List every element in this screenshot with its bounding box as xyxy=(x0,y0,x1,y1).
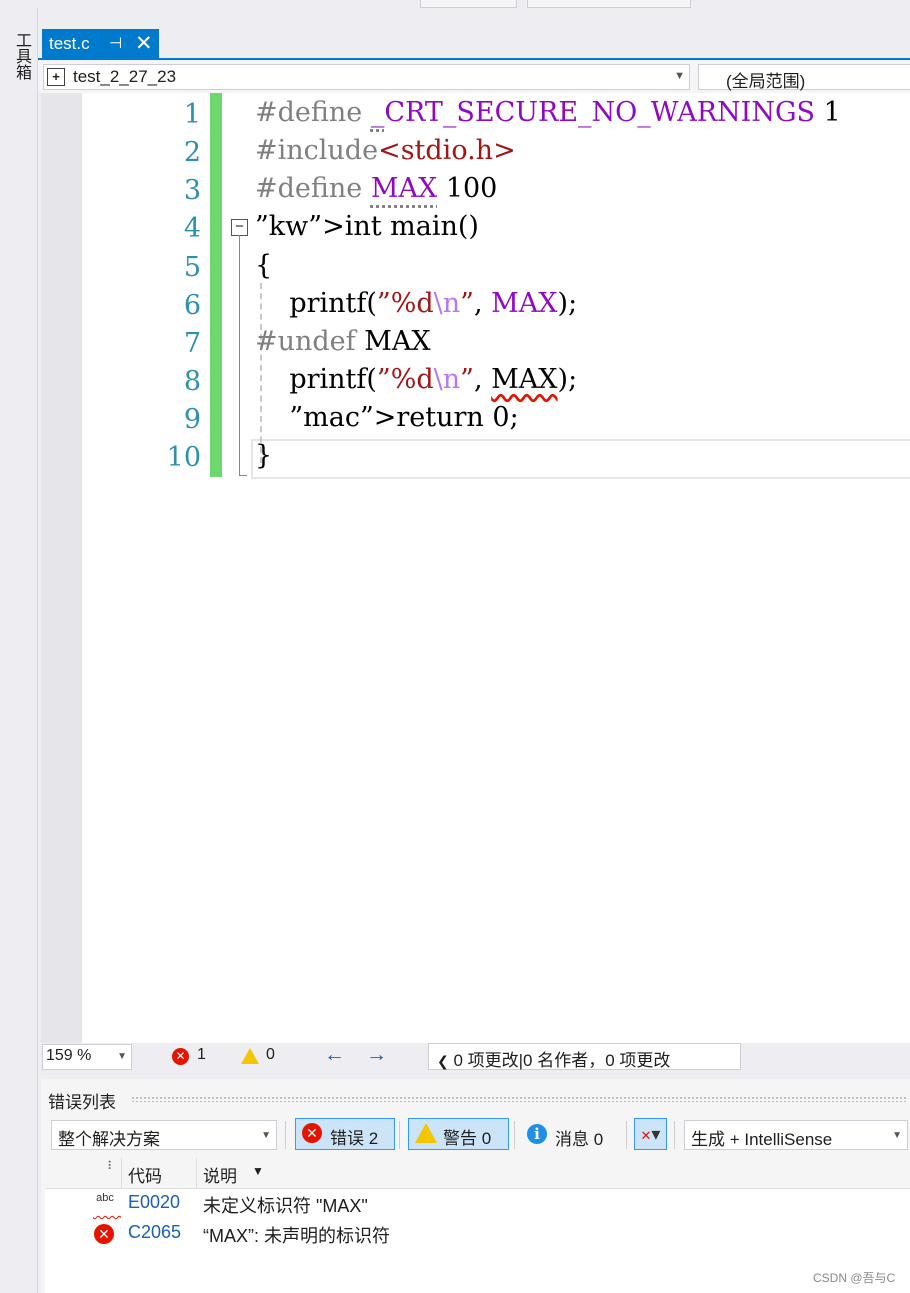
line-number: 7 xyxy=(183,328,201,359)
toolbar-dropdown-partial[interactable] xyxy=(527,0,691,8)
collapse-icon[interactable]: − xyxy=(231,219,248,236)
watermark: CSDN @吾与C xyxy=(813,1271,896,1285)
toolbar-separator xyxy=(399,1121,400,1149)
line-number: 5 xyxy=(183,252,201,283)
close-icon[interactable]: ✕ xyxy=(135,31,153,56)
errors-filter-button[interactable]: ✕ 错误 2 xyxy=(295,1118,395,1150)
zoom-dropdown[interactable]: 159 % ▼ xyxy=(42,1044,132,1070)
outline-guide xyxy=(239,235,240,475)
warnings-filter-label: 警告 0 xyxy=(443,1129,492,1148)
chevron-down-icon[interactable]: ▼ xyxy=(892,1130,902,1141)
code-line[interactable]: #include<stdio.h> xyxy=(255,135,516,166)
project-icon: + xyxy=(47,68,65,86)
warning-count[interactable]: 0 xyxy=(266,1046,275,1064)
document-tab-strip: test.c ⊣ ✕ xyxy=(38,26,910,60)
chevron-left-icon: ❮ xyxy=(437,1053,449,1069)
warnings-filter-button[interactable]: 警告 0 xyxy=(408,1118,509,1150)
code-line[interactable]: #define MAX 100 xyxy=(255,173,497,204)
error-icon: ✕ xyxy=(302,1123,322,1143)
code-line[interactable]: ”kw”>int main() xyxy=(255,211,479,242)
line-number: 2 xyxy=(183,137,201,168)
line-number: 9 xyxy=(183,404,201,435)
error-code[interactable]: C2065 xyxy=(128,1222,181,1243)
arrow-right-icon[interactable]: → xyxy=(366,1043,387,1067)
navigation-bar: + test_2_27_23 ▼ (全局范围) xyxy=(38,61,910,93)
top-toolbar-strip xyxy=(0,0,910,8)
table-row[interactable]: ✕ C2065 “MAX”: 未声明的标识符 xyxy=(45,1219,910,1249)
chevron-down-icon[interactable]: ▼ xyxy=(674,70,685,82)
code-editor[interactable]: 1 2 3 4 5 6 7 8 9 10 − #define _CRT_SECU… xyxy=(41,93,910,1043)
intellisense-error-icon: abc~~~~~~ xyxy=(96,1192,114,1204)
toolbar-separator xyxy=(626,1121,627,1149)
column-header-code[interactable]: 代码 xyxy=(128,1162,162,1187)
column-separator[interactable] xyxy=(196,1158,197,1188)
error-list-header: ⠇ 代码 说明 ▼ xyxy=(45,1158,910,1189)
error-list-rows: abc~~~~~~ E0020 未定义标识符 "MAX" ✕ C2065 “MA… xyxy=(45,1189,910,1293)
warning-icon[interactable] xyxy=(241,1048,259,1069)
build-error-icon: ✕ xyxy=(94,1224,114,1244)
column-separator[interactable] xyxy=(121,1158,122,1188)
scope-filter-value: 整个解决方案 xyxy=(58,1130,160,1149)
change-tracking-bar xyxy=(210,93,222,477)
column-header-description[interactable]: 说明 xyxy=(203,1162,237,1187)
source-filter-dropdown[interactable]: 生成 + IntelliSense ▼ xyxy=(684,1120,908,1150)
error-icon[interactable]: ✕ xyxy=(172,1047,189,1065)
pin-icon[interactable]: ⊣ xyxy=(109,34,122,52)
code-line[interactable]: #undef MAX xyxy=(255,326,431,357)
outline-guide-end xyxy=(239,475,247,476)
toolbar-separator xyxy=(514,1121,515,1149)
glyph-margin[interactable] xyxy=(41,93,82,1043)
error-code[interactable]: E0020 xyxy=(128,1192,180,1213)
toolbar-dropdown-partial[interactable] xyxy=(420,0,517,8)
chevron-down-icon[interactable]: ▼ xyxy=(261,1130,271,1141)
toolbox-sidebar[interactable]: 工具箱 xyxy=(0,8,38,1293)
messages-filter-label: 消息 0 xyxy=(555,1130,604,1149)
chevron-down-icon[interactable]: ▼ xyxy=(117,1051,127,1062)
code-line[interactable]: ”mac”>return 0; xyxy=(255,402,518,433)
code-line[interactable]: printf(”%d\n”, MAX); xyxy=(255,364,577,395)
line-number: 6 xyxy=(183,290,201,321)
toolbox-label[interactable]: 工具箱 xyxy=(9,32,33,80)
toolbar-separator xyxy=(285,1121,286,1149)
toolbar-separator xyxy=(674,1121,675,1149)
code-line[interactable]: printf(”%d\n”, MAX); xyxy=(255,288,577,319)
zoom-level: 159 % xyxy=(46,1047,92,1064)
scope-label: (全局范围) xyxy=(726,72,806,91)
code-line[interactable]: { xyxy=(255,250,272,281)
error-description: 未定义标识符 "MAX" xyxy=(203,1196,368,1216)
tab-underline xyxy=(38,58,910,60)
line-number: 4 xyxy=(183,213,201,244)
filter-icon[interactable]: ✕▾ xyxy=(634,1118,667,1150)
error-description: “MAX”: 未声明的标识符 xyxy=(203,1226,390,1246)
tab-test-c[interactable]: test.c ⊣ ✕ xyxy=(42,29,159,58)
project-dropdown[interactable]: + test_2_27_23 ▼ xyxy=(43,64,690,90)
panel-grip[interactable] xyxy=(131,1096,907,1102)
source-filter-value: 生成 + IntelliSense xyxy=(691,1130,833,1149)
project-name: test_2_27_23 xyxy=(73,67,177,86)
scope-dropdown[interactable]: (全局范围) xyxy=(698,64,910,91)
line-number: 10 xyxy=(166,442,201,473)
scope-filter-dropdown[interactable]: 整个解决方案 ▼ xyxy=(51,1120,277,1150)
panel-title: 错误列表 xyxy=(48,1093,116,1112)
current-line-highlight xyxy=(251,439,910,479)
arrow-left-icon[interactable]: ← xyxy=(324,1043,345,1067)
sort-grip-icon[interactable]: ⠇ xyxy=(107,1159,116,1173)
code-line[interactable]: } xyxy=(255,440,272,471)
info-icon: i xyxy=(527,1124,547,1144)
error-count[interactable]: 1 xyxy=(197,1046,206,1064)
editor-status-bar: 159 % ▼ ✕ 1 0 ← → ❮ 0 项更改|0 名作者，0 项更改 xyxy=(41,1043,910,1071)
warning-icon xyxy=(415,1123,437,1148)
changes-text: 0 项更改|0 名作者，0 项更改 xyxy=(453,1051,671,1070)
table-row[interactable]: abc~~~~~~ E0020 未定义标识符 "MAX" xyxy=(45,1189,910,1219)
sort-descending-icon[interactable]: ▼ xyxy=(252,1164,264,1178)
line-number: 3 xyxy=(183,175,201,206)
errors-filter-label: 错误 2 xyxy=(330,1129,379,1148)
line-number: 8 xyxy=(183,366,201,397)
line-number: 1 xyxy=(183,99,201,130)
git-changes-indicator[interactable]: ❮ 0 项更改|0 名作者，0 项更改 xyxy=(428,1043,741,1070)
code-line[interactable]: #define _CRT_SECURE_NO_WARNINGS 1 xyxy=(255,97,841,128)
error-list-panel: 错误列表 整个解决方案 ▼ ✕ 错误 2 警告 0 i 消息 0 ✕▾ 生成 +… xyxy=(41,1079,910,1293)
tab-title: test.c xyxy=(49,34,90,53)
